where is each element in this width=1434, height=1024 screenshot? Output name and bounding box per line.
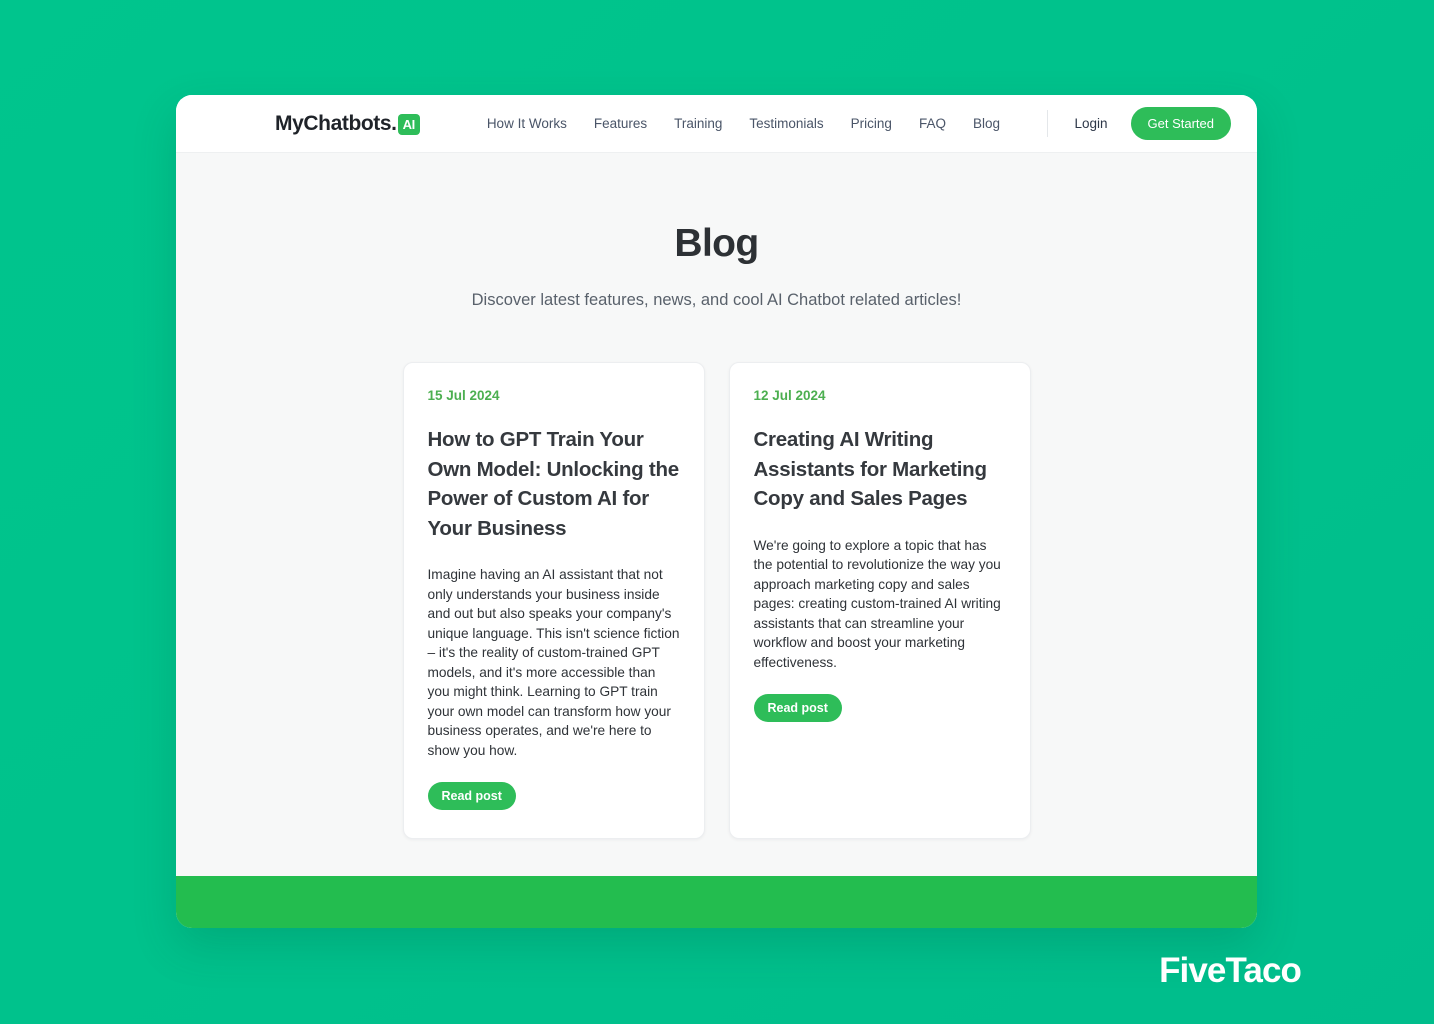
brand-logo[interactable]: MyChatbots. AI [275, 112, 420, 136]
post-title: How to GPT Train Your Own Model: Unlocki… [427, 428, 680, 540]
nav-actions: Login Get Started [1047, 107, 1231, 140]
top-navigation-bar: MyChatbots. AI How It Works Features Trai… [176, 95, 1257, 153]
page-content: Blog Discover latest features, news, and… [176, 153, 1257, 876]
fivetaco-watermark: FiveTaco [1159, 951, 1302, 990]
blog-post-card[interactable]: 12 Jul 2024 Creating AI Writing Assistan… [728, 362, 1031, 839]
nav-item-pricing[interactable]: Pricing [851, 116, 892, 131]
get-started-button[interactable]: Get Started [1130, 107, 1231, 140]
page-title: Blog [674, 222, 759, 265]
brand-dot: . [391, 111, 397, 135]
nav-item-training[interactable]: Training [674, 116, 722, 131]
nav-divider [1047, 110, 1049, 137]
blog-post-grid: 15 Jul 2024 How to GPT Train Your Own Mo… [402, 362, 1031, 839]
brand-name: MyChatbots [275, 111, 392, 135]
nav-item-how-it-works[interactable]: How It Works [487, 116, 567, 131]
nav-item-blog[interactable]: Blog [973, 116, 1000, 131]
primary-nav: How It Works Features Training Testimoni… [487, 116, 1000, 131]
read-post-button[interactable]: Read post [753, 694, 842, 722]
site-window: MyChatbots. AI How It Works Features Trai… [176, 95, 1257, 928]
post-date: 12 Jul 2024 [753, 388, 826, 403]
nav-item-testimonials[interactable]: Testimonials [749, 116, 823, 131]
nav-item-features[interactable]: Features [594, 116, 647, 131]
site-footer [176, 876, 1257, 928]
post-excerpt: Imagine having an AI assistant that not … [427, 567, 680, 758]
post-excerpt: We're going to explore a topic that has … [753, 537, 1001, 670]
login-link[interactable]: Login [1074, 116, 1107, 131]
post-date: 15 Jul 2024 [427, 388, 500, 403]
post-title: Creating AI Writing Assistants for Marke… [753, 428, 987, 510]
blog-post-card[interactable]: 15 Jul 2024 How to GPT Train Your Own Mo… [402, 362, 705, 839]
nav-item-faq[interactable]: FAQ [919, 116, 946, 131]
read-post-button[interactable]: Read post [427, 782, 516, 810]
page-subtitle: Discover latest features, news, and cool… [471, 291, 962, 309]
brand-ai-badge: AI [397, 113, 420, 135]
